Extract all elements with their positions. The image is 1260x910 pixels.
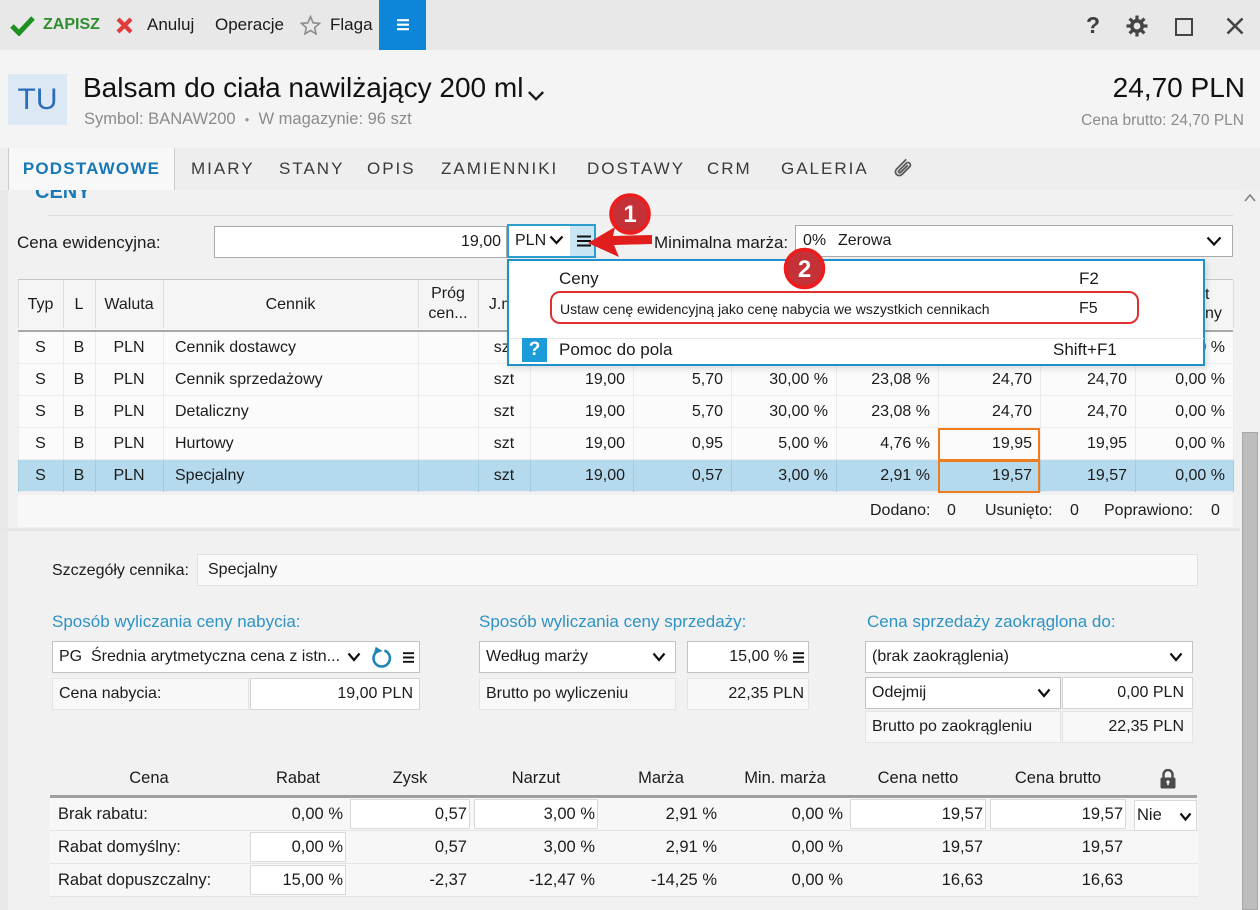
svg-text:1: 1 (623, 201, 636, 228)
svg-text:2: 2 (798, 256, 811, 283)
